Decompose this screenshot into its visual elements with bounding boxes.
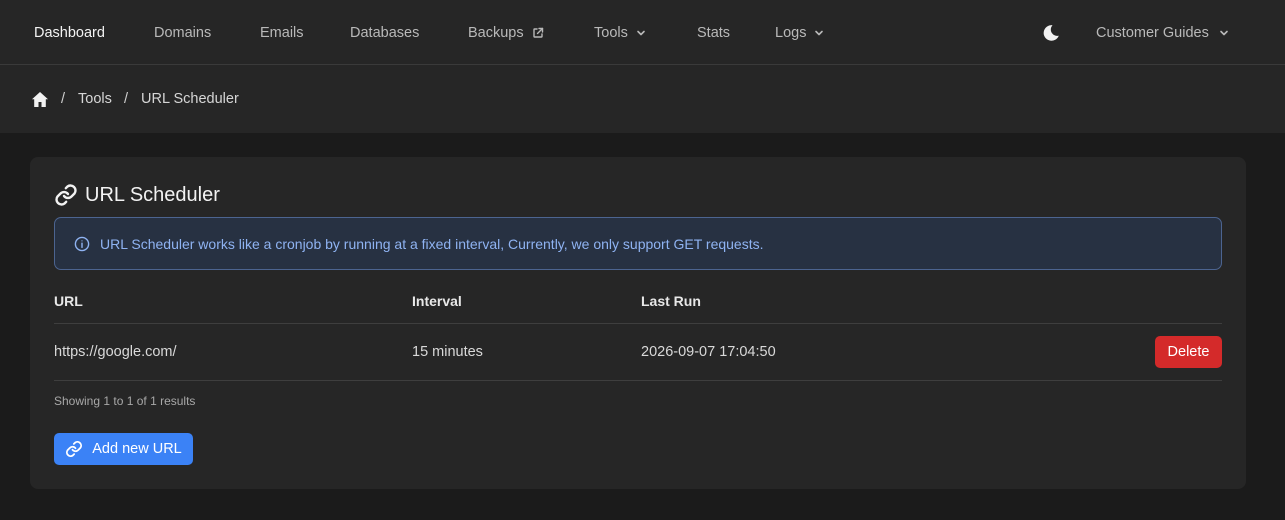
breadcrumb-separator: / bbox=[124, 91, 129, 107]
add-new-url-label: Add new URL bbox=[92, 441, 182, 457]
nav-emails-label: Emails bbox=[260, 24, 304, 41]
page-title: URL Scheduler bbox=[54, 183, 220, 207]
home-icon bbox=[32, 91, 48, 107]
nav-emails[interactable]: Emails bbox=[260, 0, 304, 65]
nav-logs[interactable]: Logs bbox=[775, 0, 824, 65]
external-link-icon bbox=[532, 27, 543, 38]
nav-tools-label: Tools bbox=[594, 24, 628, 41]
delete-button[interactable]: Delete bbox=[1155, 336, 1222, 368]
row-last-run: 2026-09-07 17:04:50 bbox=[641, 344, 776, 360]
row-interval: 15 minutes bbox=[412, 344, 483, 360]
table-row-divider bbox=[54, 380, 1222, 381]
column-header-last-run: Last Run bbox=[641, 293, 701, 309]
customer-guides-label: Customer Guides bbox=[1096, 24, 1209, 41]
chevron-down-icon bbox=[815, 30, 824, 35]
column-header-interval: Interval bbox=[412, 293, 462, 309]
nav-domains[interactable]: Domains bbox=[154, 0, 211, 65]
breadcrumb-item-tools[interactable]: Tools bbox=[78, 65, 112, 133]
nav-domains-label: Domains bbox=[154, 24, 212, 41]
customer-guides-menu[interactable]: Customer Guides bbox=[1096, 0, 1229, 65]
nav-databases-label: Databases bbox=[350, 24, 420, 41]
table-header-divider bbox=[54, 323, 1222, 324]
info-alert: URL Scheduler works like a cronjob by ru… bbox=[54, 217, 1222, 270]
nav-backups[interactable]: Backups bbox=[468, 0, 544, 65]
top-navigation: Dashboard Domains Emails Databases Backu… bbox=[0, 0, 1285, 65]
nav-stats-label: Stats bbox=[697, 24, 731, 41]
add-new-url-button[interactable]: Add new URL bbox=[54, 433, 193, 465]
page-title-text: URL Scheduler bbox=[85, 183, 220, 206]
chevron-down-icon bbox=[637, 30, 645, 35]
url-scheduler-card: URL Scheduler URL Scheduler works like a… bbox=[30, 157, 1246, 489]
breadcrumb-item-current: URL Scheduler bbox=[141, 91, 239, 107]
breadcrumb-home[interactable] bbox=[31, 65, 49, 133]
nav-stats[interactable]: Stats bbox=[697, 0, 730, 65]
chevron-down-icon bbox=[1220, 30, 1228, 35]
row-url: https://google.com/ bbox=[54, 344, 177, 360]
pagination-summary: Showing 1 to 1 of 1 results bbox=[54, 394, 196, 408]
breadcrumb-separator: / bbox=[61, 91, 66, 107]
column-header-url: URL bbox=[54, 293, 83, 309]
nav-databases[interactable]: Databases bbox=[350, 0, 419, 65]
nav-tools[interactable]: Tools bbox=[594, 0, 646, 65]
info-icon bbox=[74, 236, 90, 251]
breadcrumb: / Tools / URL Scheduler bbox=[0, 65, 1285, 133]
link-icon bbox=[66, 441, 83, 457]
nav-backups-label: Backups bbox=[468, 24, 524, 41]
nav-dashboard[interactable]: Dashboard bbox=[34, 0, 105, 65]
nav-logs-label: Logs bbox=[775, 24, 807, 41]
info-alert-text: URL Scheduler works like a cronjob by ru… bbox=[100, 235, 764, 252]
nav-dashboard-label: Dashboard bbox=[34, 24, 105, 41]
link-icon bbox=[55, 184, 77, 206]
moon-icon[interactable] bbox=[1041, 23, 1061, 43]
